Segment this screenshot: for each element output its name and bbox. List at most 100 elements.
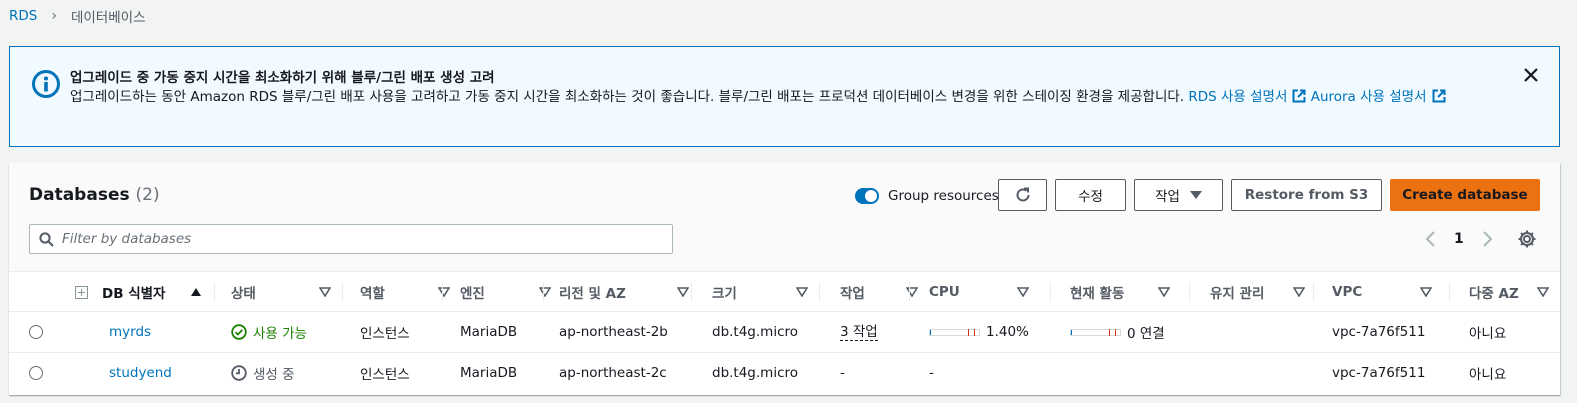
- activity-cell: 0 연결: [1070, 312, 1165, 352]
- pagination: 1: [1424, 227, 1494, 251]
- multi-az-cell: 아니요: [1469, 326, 1507, 342]
- alert-title: 업그레이드 중 가동 중지 시간을 최소화하기 위해 블루/그린 배포 생성 고…: [70, 70, 495, 86]
- sort-icon: [796, 287, 808, 297]
- sort-icon: [1420, 287, 1432, 297]
- role-cell: 인스턴스: [360, 367, 410, 383]
- column-current-activity[interactable]: 현재 활동: [1070, 272, 1180, 312]
- sort-icon: [1293, 287, 1305, 297]
- alert-body-text: 업그레이드하는 동안 Amazon RDS 블루/그린 배포 사용을 고려하고 …: [70, 89, 1185, 105]
- filter-databases-input[interactable]: [62, 226, 662, 252]
- role-cell: 인스턴스: [360, 326, 410, 342]
- column-divider: [442, 282, 443, 302]
- activity-bar-fill: [1071, 329, 1072, 335]
- sort-icon: [1537, 287, 1549, 297]
- table-row[interactable]: myrds 사용 가능 인스턴스 MariaDB ap-northeast-2b…: [9, 312, 1560, 353]
- check-circle-icon: [231, 324, 247, 340]
- search-box: [29, 224, 673, 254]
- size-cell: db.t4g.micro: [712, 324, 799, 340]
- column-multi-az[interactable]: 다중 AZ: [1469, 272, 1549, 312]
- rds-guide-link[interactable]: RDS 사용 설명서: [1188, 89, 1306, 105]
- cpu-bar-fill: [930, 329, 931, 335]
- actions-dropdown[interactable]: 작업: [1134, 179, 1223, 211]
- engine-cell: MariaDB: [460, 324, 518, 340]
- column-divider: [909, 282, 910, 302]
- create-database-button[interactable]: Create database: [1390, 179, 1540, 211]
- row-select-radio[interactable]: [29, 325, 43, 339]
- chevron-right-icon[interactable]: [1480, 230, 1494, 248]
- activity-threshold-mark: [1109, 328, 1110, 336]
- cpu-threshold-mark: [968, 328, 969, 336]
- actions-cell: -: [840, 365, 845, 381]
- sort-icon: [319, 287, 331, 297]
- column-db-identifier[interactable]: DB 식별자: [102, 272, 212, 312]
- sort-icon: [1158, 287, 1170, 297]
- cpu-cell: -: [929, 365, 934, 381]
- modify-button[interactable]: 수정: [1055, 179, 1126, 211]
- aurora-guide-link[interactable]: Aurora 사용 설명서: [1311, 89, 1446, 105]
- group-resources-label: Group resources: [888, 188, 999, 204]
- page-number[interactable]: 1: [1454, 231, 1464, 247]
- database-count: (2): [135, 185, 160, 205]
- column-status[interactable]: 상태: [231, 272, 341, 312]
- breadcrumb-rds-link[interactable]: RDS: [9, 8, 37, 24]
- db-identifier-link[interactable]: myrds: [109, 312, 151, 352]
- databases-panel: Databases (2) Group resources 수정 작업 Rest…: [9, 163, 1560, 395]
- column-divider: [214, 282, 215, 302]
- chevron-right-icon: ›: [51, 8, 57, 24]
- expand-all-icon[interactable]: [75, 272, 95, 312]
- column-role[interactable]: 역할: [360, 272, 460, 312]
- vpc-cell: vpc-7a76f511: [1332, 365, 1426, 381]
- toggle-switch[interactable]: [855, 188, 879, 204]
- column-divider: [1050, 282, 1051, 302]
- column-divider: [819, 282, 820, 302]
- panel-title: Databases (2): [29, 185, 160, 205]
- column-size[interactable]: 크기: [712, 272, 818, 312]
- group-resources-toggle[interactable]: Group resources: [855, 186, 999, 206]
- settings-gear-icon[interactable]: [1517, 229, 1537, 249]
- actions-cell[interactable]: 3 작업: [840, 312, 878, 352]
- engine-cell: MariaDB: [460, 365, 518, 381]
- sort-icon: [539, 287, 551, 297]
- column-divider: [342, 282, 343, 302]
- chevron-left-icon[interactable]: [1424, 230, 1438, 248]
- sort-ascending-icon: [191, 288, 201, 296]
- sort-icon: [677, 287, 689, 297]
- column-divider: [1313, 282, 1314, 302]
- external-link-icon: [1432, 89, 1446, 103]
- activity-threshold-mark: [1115, 328, 1116, 336]
- cpu-cell: 1.40%: [929, 312, 1029, 352]
- sort-icon: [906, 287, 918, 297]
- cpu-threshold-mark: [974, 328, 975, 336]
- table-row[interactable]: studyend 생성 중 인스턴스 MariaDB ap-northeast-…: [9, 353, 1560, 394]
- close-icon[interactable]: [1523, 67, 1539, 83]
- refresh-button[interactable]: [998, 179, 1047, 211]
- column-divider: [691, 282, 692, 302]
- row-select-radio[interactable]: [29, 366, 43, 380]
- status-cell: 사용 가능: [231, 312, 307, 352]
- status-cell: 생성 중: [231, 353, 295, 393]
- column-actions[interactable]: 작업: [840, 272, 928, 312]
- info-alert: 업그레이드 중 가동 중지 시간을 최소화하기 위해 블루/그린 배포 생성 고…: [9, 46, 1560, 147]
- column-divider: [1449, 282, 1450, 302]
- column-divider: [543, 282, 544, 302]
- activity-bar: [1070, 328, 1121, 336]
- sort-icon: [1017, 287, 1029, 297]
- column-region-az[interactable]: 리전 및 AZ: [559, 272, 699, 312]
- clock-icon: [231, 365, 247, 381]
- column-maintenance[interactable]: 유지 관리: [1210, 272, 1315, 312]
- breadcrumb-current: 데이터베이스: [70, 10, 146, 26]
- restore-from-s3-button[interactable]: Restore from S3: [1231, 179, 1382, 211]
- sort-icon: [438, 287, 450, 297]
- vpc-cell: vpc-7a76f511: [1332, 324, 1426, 340]
- cpu-bar: [929, 328, 980, 336]
- column-cpu[interactable]: CPU: [929, 272, 1039, 312]
- column-vpc[interactable]: VPC: [1332, 272, 1442, 312]
- column-engine[interactable]: 엔진: [460, 272, 561, 312]
- db-identifier-link[interactable]: studyend: [109, 353, 172, 393]
- multi-az-cell: 아니요: [1469, 367, 1507, 383]
- region-az-cell: ap-northeast-2b: [559, 324, 668, 340]
- panel-header: Databases (2) Group resources 수정 작업 Rest…: [9, 163, 1560, 271]
- info-icon: [32, 70, 60, 98]
- region-az-cell: ap-northeast-2c: [559, 365, 667, 381]
- size-cell: db.t4g.micro: [712, 365, 799, 381]
